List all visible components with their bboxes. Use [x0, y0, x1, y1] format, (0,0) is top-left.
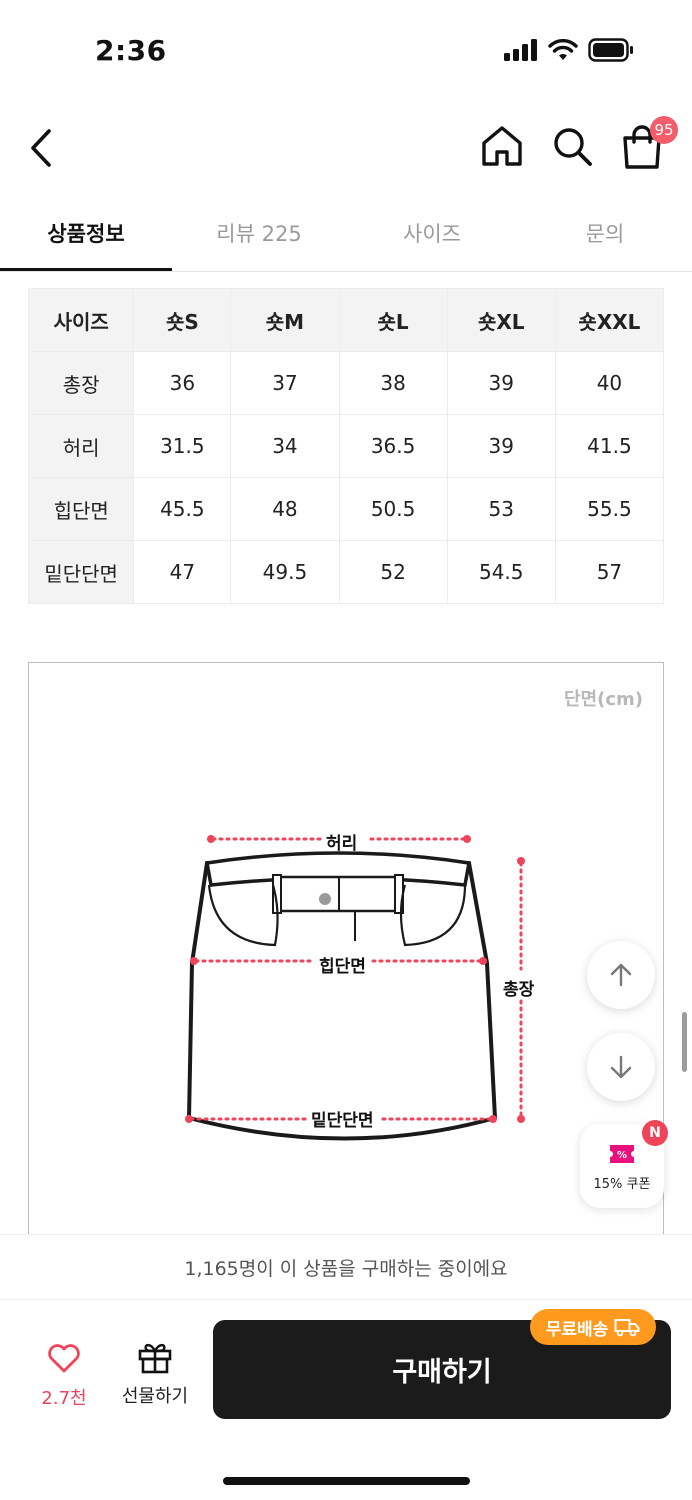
table-cell: 37	[230, 351, 340, 415]
table-cell: 40	[554, 351, 664, 415]
table-row-label: 밑단단면	[28, 540, 135, 604]
status-bar: 2:36	[0, 0, 692, 100]
table-row-label: 힙단면	[28, 477, 135, 541]
free-shipping-label: 무료배송	[545, 1319, 609, 1340]
home-indicator	[223, 1477, 470, 1485]
heart-icon	[48, 1344, 80, 1373]
home-button[interactable]	[480, 124, 524, 168]
table-cell: 48	[230, 477, 340, 541]
truck-icon	[614, 1319, 640, 1337]
table-cell: 39	[446, 351, 556, 415]
tab-product-info[interactable]: 상품정보	[0, 218, 172, 248]
table-cell: 55.5	[554, 477, 664, 541]
table-cell: 36.5	[338, 414, 448, 478]
table-cell: 41.5	[554, 414, 664, 478]
battery-icon	[588, 38, 633, 62]
table-cell: 49.5	[230, 540, 340, 604]
back-button[interactable]	[22, 124, 62, 172]
table-cell: 34	[230, 414, 340, 478]
home-icon	[482, 126, 522, 166]
size-table-container[interactable]: 사이즈 숏S 숏M 숏L 숏XL 숏XXL 총장 36 37 38 39 40 …	[28, 288, 664, 606]
table-cell: 50.5	[338, 477, 448, 541]
search-icon	[554, 128, 592, 166]
table-cell: 52	[338, 540, 448, 604]
table-cell: 36	[133, 351, 232, 415]
scrollbar[interactable]	[682, 1012, 687, 1072]
like-count: 2.7천	[41, 1388, 87, 1409]
table-row: 밑단단면 47 49.5 52 54.5 57	[28, 540, 664, 604]
table-header-row: 사이즈 숏S 숏M 숏L 숏XL 숏XXL	[28, 288, 664, 352]
tab-inquiry[interactable]: 문의	[519, 218, 691, 248]
table-header-cell: 숏S	[133, 288, 232, 352]
free-shipping-badge: 무료배송	[530, 1309, 656, 1345]
table-cell: 38	[338, 351, 448, 415]
table-header-cell: 숏XL	[446, 288, 556, 352]
signal-icon	[504, 39, 537, 61]
table-row: 힙단면 45.5 48 50.5 53 55.5	[28, 477, 664, 541]
hip-label: 힙단면	[319, 957, 366, 977]
table-cell: 45.5	[133, 477, 232, 541]
table-cell: 47	[133, 540, 232, 604]
status-icons	[504, 38, 634, 62]
wifi-icon	[548, 39, 578, 60]
size-table: 사이즈 숏S 숏M 숏L 숏XL 숏XXL 총장 36 37 38 39 40 …	[28, 288, 664, 604]
table-cell: 39	[446, 414, 556, 478]
table-row: 총장 36 37 38 39 40	[28, 351, 664, 415]
cart-count-badge: 95	[650, 116, 678, 144]
arrow-down-icon	[610, 1055, 632, 1079]
status-time: 2:36	[95, 34, 167, 67]
table-cell: 53	[446, 477, 556, 541]
table-header-cell: 숏M	[230, 288, 340, 352]
hem-label: 밑단단면	[311, 1111, 374, 1131]
table-header-cell: 숏XXL	[554, 288, 664, 352]
length-label: 총장	[503, 980, 535, 1000]
table-header-cell: 숏L	[338, 288, 448, 352]
table-row: 허리 31.5 34 36.5 39 41.5	[28, 414, 664, 478]
waist-label: 허리	[326, 834, 358, 854]
buyers-count-banner: 1,165명이 이 상품을 구매하는 중이에요	[0, 1234, 692, 1300]
coupon-ticket-icon: %	[610, 1145, 634, 1163]
table-cell: 31.5	[133, 414, 232, 478]
table-cell: 54.5	[446, 540, 556, 604]
scroll-up-button[interactable]	[587, 941, 655, 1009]
scroll-down-button[interactable]	[587, 1033, 655, 1101]
active-tab-indicator	[0, 268, 172, 271]
table-row-label: 총장	[28, 351, 135, 415]
gift-button[interactable]: 선물하기	[112, 1336, 198, 1416]
size-diagram: 단면(cm) 허리 힙단면 총장 밑단단면	[28, 662, 664, 1262]
tab-reviews[interactable]: 리뷰 225	[173, 218, 345, 248]
table-row-label: 허리	[28, 414, 135, 478]
table-header-cell: 사이즈	[28, 288, 135, 352]
gift-icon	[138, 1343, 172, 1374]
search-button[interactable]	[550, 124, 594, 168]
product-tabs: 상품정보 리뷰 225 사이즈 문의	[0, 196, 692, 272]
table-cell: 57	[554, 540, 664, 604]
new-badge: N	[642, 1120, 668, 1146]
svg-text:%: %	[617, 1150, 627, 1161]
chevron-left-icon	[31, 129, 51, 167]
nav-bar	[0, 100, 692, 196]
arrow-up-icon	[610, 963, 632, 987]
like-button[interactable]: 2.7천	[22, 1338, 106, 1418]
coupon-label: 15% 쿠폰	[593, 1177, 651, 1192]
gift-label: 선물하기	[121, 1386, 189, 1407]
tab-size[interactable]: 사이즈	[346, 218, 518, 248]
